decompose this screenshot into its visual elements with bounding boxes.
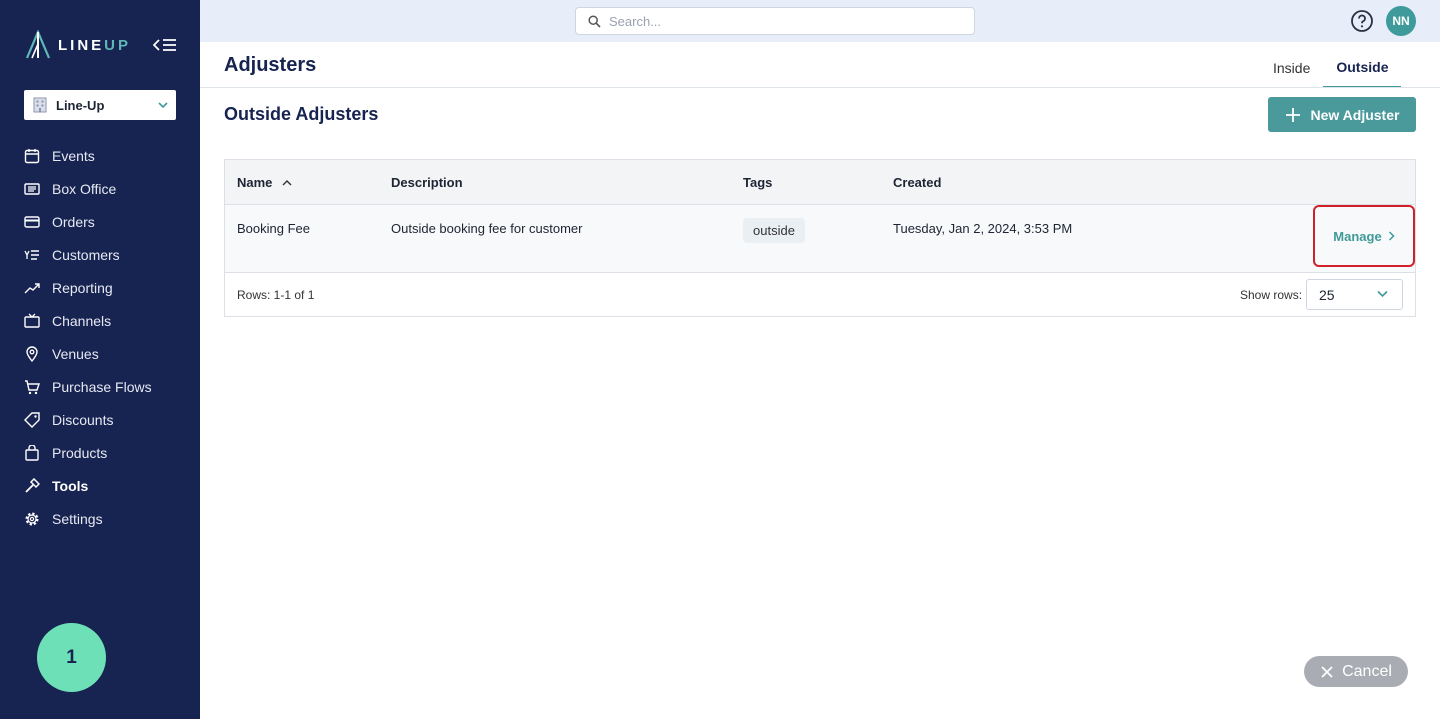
- tag-icon: [24, 411, 40, 428]
- organization-select-value: Line-Up: [56, 97, 105, 113]
- header-divider: [200, 87, 1440, 88]
- tab-inside[interactable]: Inside: [1260, 48, 1323, 88]
- nav-item-venues[interactable]: Venues: [0, 337, 200, 370]
- credit-card-icon: [24, 214, 40, 230]
- hammer-icon: [24, 477, 40, 494]
- chevron-down-icon: [1377, 290, 1388, 298]
- brand-name: LINEUP: [58, 36, 132, 54]
- table-header: Name Description Tags Created: [225, 160, 1415, 205]
- nav-item-tools[interactable]: Tools: [0, 469, 200, 502]
- adjusters-table: Name Description Tags Created Booking Fe…: [224, 159, 1416, 317]
- help-icon[interactable]: [1350, 9, 1374, 33]
- cell-name: Booking Fee: [237, 221, 310, 236]
- table-row: Booking Fee Outside booking fee for cust…: [225, 205, 1415, 273]
- nav-item-purchase-flows[interactable]: Purchase Flows: [0, 370, 200, 403]
- new-adjuster-label: New Adjuster: [1310, 106, 1400, 123]
- trend-chart-icon: [24, 280, 40, 296]
- manage-label: Manage: [1333, 228, 1382, 244]
- organization-select[interactable]: Line-Up: [24, 90, 176, 120]
- tag-badge: outside: [743, 218, 805, 243]
- customers-list-icon: [24, 247, 40, 263]
- rows-summary: Rows: 1-1 of 1: [237, 288, 315, 302]
- calendar-icon: [24, 148, 40, 164]
- tab-outside[interactable]: Outside: [1323, 48, 1402, 88]
- nav-item-discounts[interactable]: Discounts: [0, 403, 200, 436]
- rows-per-page-select[interactable]: 25: [1306, 279, 1403, 310]
- building-icon: [33, 97, 47, 113]
- sidebar: LINEUP Line-Up Events Box Office Orders …: [0, 0, 200, 719]
- nav-item-reporting[interactable]: Reporting: [0, 271, 200, 304]
- plus-icon: [1285, 107, 1300, 122]
- bag-icon: [24, 444, 40, 461]
- gear-icon: [24, 511, 40, 527]
- cell-created: Tuesday, Jan 2, 2024, 3:53 PM: [893, 221, 1073, 236]
- manage-button[interactable]: Manage: [1313, 205, 1415, 267]
- collapse-menu-icon: [153, 39, 176, 51]
- nav-item-customers[interactable]: Customers: [0, 238, 200, 271]
- collapse-sidebar-button[interactable]: [152, 34, 178, 56]
- sort-ascending-icon: [282, 179, 292, 185]
- nav-item-products[interactable]: Products: [0, 436, 200, 469]
- table-footer: Rows: 1-1 of 1 Show rows: 25: [225, 273, 1415, 316]
- adjuster-tabs: Inside Outside: [1260, 48, 1402, 88]
- cancel-button[interactable]: Cancel: [1304, 656, 1408, 687]
- nav-item-box-office[interactable]: Box Office: [0, 172, 200, 205]
- cancel-label: Cancel: [1342, 662, 1392, 680]
- cart-icon: [24, 379, 40, 395]
- search-input[interactable]: [609, 13, 949, 29]
- nav-item-settings[interactable]: Settings: [0, 502, 200, 535]
- nav-item-orders[interactable]: Orders: [0, 205, 200, 238]
- brand-logo[interactable]: LINEUP: [24, 30, 131, 60]
- nav-item-channels[interactable]: Channels: [0, 304, 200, 337]
- close-icon: [1321, 665, 1333, 678]
- chevron-down-icon: [158, 102, 168, 109]
- map-pin-icon: [24, 345, 40, 362]
- lineup-logo-icon: [25, 30, 51, 59]
- top-bar: NN: [200, 0, 1440, 42]
- column-header-name[interactable]: Name: [237, 160, 292, 205]
- show-rows-label: Show rows:: [1240, 288, 1303, 302]
- column-header-description[interactable]: Description: [391, 160, 463, 205]
- rows-per-page-value: 25: [1319, 286, 1335, 303]
- nav-item-events[interactable]: Events: [0, 139, 200, 172]
- search-box[interactable]: [575, 7, 975, 35]
- cell-description: Outside booking fee for customer: [391, 221, 583, 236]
- ticket-icon: [24, 181, 40, 197]
- main-nav: Events Box Office Orders Customers Repor…: [0, 139, 200, 535]
- column-header-tags[interactable]: Tags: [743, 160, 772, 205]
- new-adjuster-button[interactable]: New Adjuster: [1268, 97, 1416, 132]
- section-title: Outside Adjusters: [224, 104, 379, 124]
- step-badge: 1: [37, 623, 106, 692]
- column-header-created[interactable]: Created: [893, 160, 941, 205]
- search-icon: [588, 14, 601, 28]
- chevron-right-icon: [1388, 231, 1395, 241]
- tv-icon: [24, 313, 40, 329]
- page-title: Adjusters: [224, 54, 317, 76]
- user-avatar[interactable]: NN: [1386, 6, 1416, 36]
